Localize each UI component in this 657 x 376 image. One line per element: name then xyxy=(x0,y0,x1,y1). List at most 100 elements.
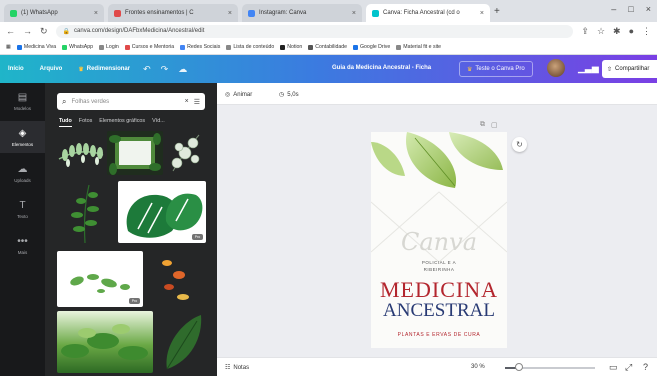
apps-icon[interactable]: ▦ xyxy=(6,44,11,50)
clear-search-icon[interactable]: × xyxy=(185,98,189,106)
leaf-frame-graphic xyxy=(109,133,161,175)
clock-icon: ◷ xyxy=(279,92,285,98)
bookmark-item[interactable]: Notion xyxy=(280,44,302,50)
result-eucalyptus-leaves[interactable] xyxy=(165,131,205,175)
bookmark-item[interactable]: Login xyxy=(99,44,119,50)
bookmark-item[interactable]: Medicina Viva xyxy=(16,44,56,50)
design-subtitle-line1[interactable]: POLICIAL E A xyxy=(371,260,507,265)
bookmark-star-icon[interactable]: ☆ xyxy=(597,26,605,37)
duration-button[interactable]: ◷ 5,0s xyxy=(279,91,299,99)
search-icon: ⌕ xyxy=(62,96,67,106)
close-window-icon[interactable]: × xyxy=(646,4,651,14)
result-leaf-frame[interactable] xyxy=(107,131,163,175)
bookmark-icon xyxy=(180,44,186,50)
help-icon[interactable]: ? xyxy=(643,362,648,372)
back-icon[interactable]: ← xyxy=(6,26,15,36)
try-pro-button[interactable]: ♛ Teste o Canva Pro xyxy=(459,61,533,77)
bookmark-item[interactable]: Contabilidade xyxy=(308,44,347,50)
forward-icon[interactable]: → xyxy=(23,26,32,36)
bookmark-item[interactable]: Cursos e Mentoria xyxy=(124,44,174,50)
result-leaf-garland[interactable] xyxy=(57,133,105,173)
file-menu[interactable]: Arquivo xyxy=(32,66,71,72)
tab-favicon xyxy=(248,9,255,17)
rail-item-templates[interactable]: ▤ Modelos xyxy=(0,85,45,117)
undo-icon[interactable]: ↶ xyxy=(138,64,156,75)
more-icon: ••• xyxy=(17,235,28,247)
menu-icon[interactable]: ⋮ xyxy=(642,26,651,37)
bookmark-icon xyxy=(280,44,286,50)
address-bar[interactable]: 🔒 canva.com/design/DAFbxMedicina/Ancestr… xyxy=(55,24,574,38)
extensions-icon[interactable]: ✱ xyxy=(613,26,621,37)
filter-tab-all[interactable]: Tudo xyxy=(59,118,72,127)
text-icon: T xyxy=(19,199,26,211)
animate-button[interactable]: ◎ Animar xyxy=(225,91,252,99)
profile-icon[interactable]: ● xyxy=(629,26,634,36)
rail-item-elements[interactable]: ◈ Elementos xyxy=(0,121,45,153)
bookmark-item[interactable]: Lista de conteúdo xyxy=(226,44,274,50)
filter-icon[interactable]: ☰ xyxy=(194,98,200,106)
close-tab-icon[interactable]: × xyxy=(228,10,232,17)
window-controls: – □ × xyxy=(611,4,651,14)
minimize-icon[interactable]: – xyxy=(611,4,616,14)
bookmark-item[interactable]: WhatsApp xyxy=(62,44,93,50)
home-button[interactable]: Início xyxy=(0,66,32,72)
result-autumn-leaves[interactable] xyxy=(149,251,205,307)
rail-item-text[interactable]: T Texto xyxy=(0,193,45,225)
share-button[interactable]: ⇧ Compartilhar xyxy=(602,60,657,78)
design-script-text[interactable]: Canva xyxy=(371,228,507,256)
bookmark-item[interactable]: Google Drive xyxy=(353,44,390,50)
bookmark-icon xyxy=(353,44,359,50)
filter-tab-graphics[interactable]: Elementos gráficos xyxy=(99,118,145,127)
browser-tab-1[interactable]: Frontes ensinamentos | C × xyxy=(108,4,238,22)
close-tab-icon[interactable]: × xyxy=(94,10,98,17)
tab-favicon xyxy=(114,9,121,17)
duplicate-page-icon[interactable]: ▢ xyxy=(491,121,498,129)
rail-item-uploads[interactable]: ☁ Uploads xyxy=(0,157,45,189)
design-footer-text[interactable]: PLANTAS E ERVAS DE CURA xyxy=(371,332,507,338)
redo-icon[interactable]: ↷ xyxy=(156,64,174,75)
notes-button[interactable]: ☷ Notas xyxy=(225,364,249,372)
browser-tab-2[interactable]: Instagram: Canva × xyxy=(242,4,362,22)
leafy-photo-graphic xyxy=(61,324,148,360)
zoom-value: 30 % xyxy=(471,364,485,370)
bookmark-item[interactable]: Redes Sociais xyxy=(180,44,220,50)
zoom-slider-handle[interactable] xyxy=(514,363,523,371)
result-monstera-leaves[interactable]: Pro xyxy=(118,181,206,243)
maximize-icon[interactable]: □ xyxy=(628,4,633,14)
close-tab-icon[interactable]: × xyxy=(480,10,484,17)
new-tab-button[interactable]: + xyxy=(494,6,500,17)
result-dark-leaf[interactable] xyxy=(157,311,207,373)
bookmark-item[interactable]: Material fit e site xyxy=(396,44,441,50)
page-controls: ⧉ ▢ xyxy=(480,121,498,129)
lock-page-icon[interactable]: ⧉ xyxy=(480,121,485,129)
browser-tab-3[interactable]: Canva: Ficha Ancestral (cd o × xyxy=(366,4,490,22)
rail-item-more[interactable]: ••• Mais xyxy=(0,229,45,261)
fullscreen-icon[interactable]: ⤢ xyxy=(625,362,632,373)
browser-tab-bar: (1) WhatsApp × Frontes ensinamentos | C … xyxy=(0,0,657,22)
result-fern-sprig[interactable] xyxy=(57,181,113,245)
browser-tab-0[interactable]: (1) WhatsApp × xyxy=(4,4,104,22)
search-input[interactable]: ⌕ Folhas verdes × ☰ xyxy=(57,93,205,110)
browser-toolbar: ← → ↻ 🔒 canva.com/design/DAFbxMedicina/A… xyxy=(0,22,657,40)
refresh-icon[interactable]: ↻ xyxy=(512,137,527,152)
close-tab-icon[interactable]: × xyxy=(352,10,356,17)
filter-tabs: Tudo Fotos Elementos gráficos Víd... xyxy=(59,118,165,127)
upload-icon: ☁ xyxy=(17,163,28,175)
filter-tab-videos[interactable]: Víd... xyxy=(152,118,165,127)
cloud-saved-icon[interactable]: ☁ xyxy=(173,64,192,75)
design-subtitle-line2[interactable]: RIBEIRINHA xyxy=(371,267,507,272)
reload-icon[interactable]: ↻ xyxy=(40,26,48,37)
share-page-icon[interactable]: ⇪ xyxy=(581,26,589,37)
insights-icon[interactable]: ▁▃▅ xyxy=(578,63,599,74)
design-page[interactable]: Canva POLICIAL E A RIBEIRINHA MEDICINA A… xyxy=(371,132,507,348)
avatar[interactable] xyxy=(547,59,565,77)
pro-badge: Pro xyxy=(192,234,203,240)
document-title[interactable]: Guia da Medicina Ancestral - Ficha xyxy=(332,65,431,71)
bookmark-icon xyxy=(99,44,105,50)
result-scattered-leaves[interactable]: Pro xyxy=(57,251,143,307)
design-title-line2[interactable]: ANCESTRAL xyxy=(371,300,507,322)
page-view-icon[interactable]: ▭ xyxy=(609,362,618,373)
result-leafy-photo[interactable] xyxy=(57,311,153,373)
resize-button[interactable]: ♛ Redimensionar xyxy=(70,66,138,73)
filter-tab-photos[interactable]: Fotos xyxy=(79,118,92,127)
